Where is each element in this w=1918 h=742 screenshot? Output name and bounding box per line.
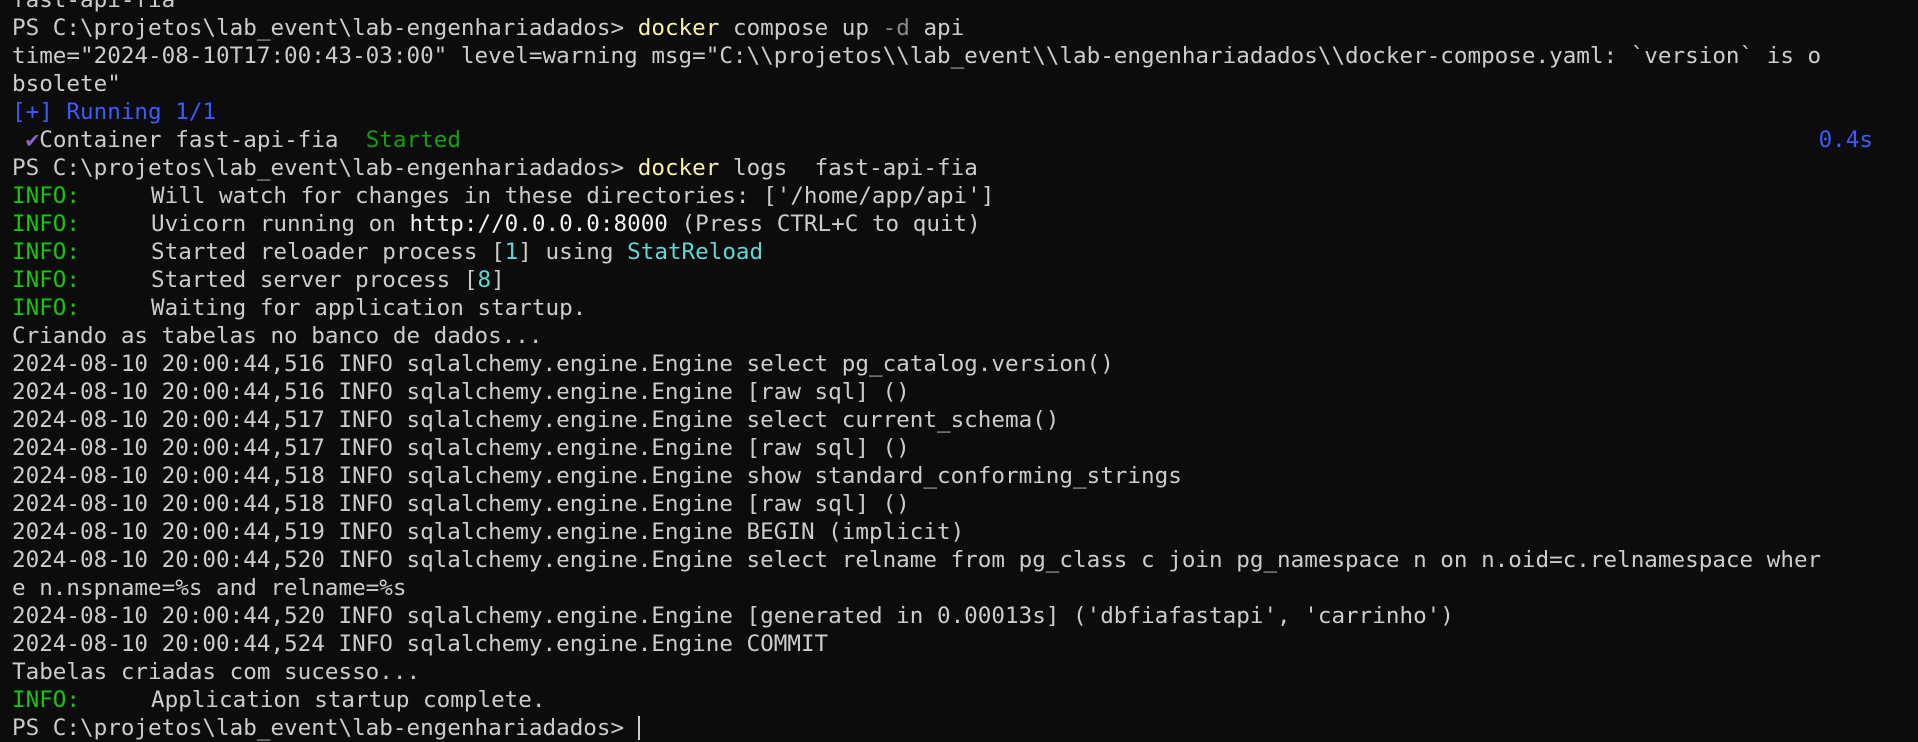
command-exe: docker bbox=[637, 15, 720, 41]
container-status: Started bbox=[365, 127, 461, 153]
info-line: INFO: Will watch for changes in these dir… bbox=[12, 182, 1918, 210]
log-line: 2024-08-10 20:00:44,524 INFO sqlalchemy.… bbox=[12, 630, 1918, 658]
warning-line: bsolete" bbox=[12, 70, 1918, 98]
command-line: PS C:\projetos\lab_event\lab-engenhariad… bbox=[12, 154, 1918, 182]
log-line: 2024-08-10 20:00:44,518 INFO sqlalchemy.… bbox=[12, 462, 1918, 490]
info-text: Waiting for application startup. bbox=[151, 295, 587, 321]
info-text: ] using bbox=[518, 239, 628, 265]
info-label: INFO: bbox=[12, 687, 81, 713]
log-text: 2024-08-10 20:00:44,518 INFO sqlalchemy.… bbox=[12, 491, 910, 517]
warning-line: time="2024-08-10T17:00:43-03:00" level=w… bbox=[12, 42, 1918, 70]
container-status-line: ✔Container fast-api-fia Started 0.4s bbox=[12, 126, 1918, 154]
info-text: Application startup complete. bbox=[151, 687, 546, 713]
output-line: fast-api-fia bbox=[12, 0, 1918, 14]
command-exe: docker bbox=[637, 155, 720, 181]
info-text: Will watch for changes in these director… bbox=[151, 183, 995, 209]
container-name: Container fast-api-fia bbox=[39, 127, 339, 153]
info-label: INFO: bbox=[12, 267, 81, 293]
log-text: 2024-08-10 20:00:44,517 INFO sqlalchemy.… bbox=[12, 435, 910, 461]
prompt: PS C:\projetos\lab_event\lab-engenhariad… bbox=[12, 155, 625, 181]
log-line: 2024-08-10 20:00:44,516 INFO sqlalchemy.… bbox=[12, 378, 1918, 406]
log-text: 2024-08-10 20:00:44,524 INFO sqlalchemy.… bbox=[12, 631, 829, 657]
log-text: 2024-08-10 20:00:44,517 INFO sqlalchemy.… bbox=[12, 407, 1060, 433]
process-id: 8 bbox=[477, 267, 492, 293]
command-line: PS C:\projetos\lab_event\lab-engenhariad… bbox=[12, 14, 1918, 42]
log-line: 2024-08-10 20:00:44,517 INFO sqlalchemy.… bbox=[12, 434, 1918, 462]
info-line: INFO: Uvicorn running on http://0.0.0.0:8… bbox=[12, 210, 1918, 238]
command-flag: -d bbox=[882, 15, 910, 41]
log-line: Criando as tabelas no banco de dados... bbox=[12, 322, 1918, 350]
log-text: 2024-08-10 20:00:44,516 INFO sqlalchemy.… bbox=[12, 351, 1114, 377]
log-text: 2024-08-10 20:00:44,518 INFO sqlalchemy.… bbox=[12, 463, 1182, 489]
info-label: INFO: bbox=[12, 183, 81, 209]
log-line: 2024-08-10 20:00:44,518 INFO sqlalchemy.… bbox=[12, 490, 1918, 518]
command-line-active[interactable]: PS C:\projetos\lab_event\lab-engenhariad… bbox=[12, 714, 1918, 742]
log-line: 2024-08-10 20:00:44,520 INFO sqlalchemy.… bbox=[12, 602, 1918, 630]
log-line: 2024-08-10 20:00:44,519 INFO sqlalchemy.… bbox=[12, 518, 1918, 546]
running-status: [+] Running 1/1 bbox=[12, 98, 1918, 126]
log-text: Tabelas criadas com sucesso... bbox=[12, 659, 421, 685]
info-text: Started server process [ bbox=[151, 267, 478, 293]
reloader-name: StatReload bbox=[627, 239, 764, 265]
info-text: Started reloader process [ bbox=[151, 239, 505, 265]
log-line: e n.nspname=%s and relname=%s bbox=[12, 574, 1918, 602]
log-line: Tabelas criadas com sucesso... bbox=[12, 658, 1918, 686]
log-text: 2024-08-10 20:00:44,516 INFO sqlalchemy.… bbox=[12, 379, 910, 405]
log-line: 2024-08-10 20:00:44,520 INFO sqlalchemy.… bbox=[12, 546, 1918, 574]
info-line: INFO: Waiting for application startup. bbox=[12, 294, 1918, 322]
info-line: INFO: Application startup complete. bbox=[12, 686, 1918, 714]
command-args: logs fast-api-fia bbox=[732, 155, 978, 181]
info-label: INFO: bbox=[12, 211, 81, 237]
info-line: INFO: Started reloader process [1] using … bbox=[12, 238, 1918, 266]
log-text: 2024-08-10 20:00:44,519 INFO sqlalchemy.… bbox=[12, 519, 965, 545]
terminal-output: fast-api-fia PS C:\projetos\lab_event\la… bbox=[12, 0, 1918, 742]
info-label: INFO: bbox=[12, 239, 81, 265]
log-line: 2024-08-10 20:00:44,517 INFO sqlalchemy.… bbox=[12, 406, 1918, 434]
prompt: PS C:\projetos\lab_event\lab-engenhariad… bbox=[12, 715, 625, 741]
container-time: 0.4s bbox=[1818, 127, 1873, 153]
terminal-window[interactable]: fast-api-fia PS C:\projetos\lab_event\la… bbox=[0, 0, 1918, 742]
info-text: Uvicorn running on bbox=[151, 211, 410, 237]
log-text: 2024-08-10 20:00:44,520 INFO sqlalchemy.… bbox=[12, 603, 1454, 629]
text-cursor bbox=[638, 716, 641, 740]
command-args: compose up bbox=[732, 15, 869, 41]
warning-text: time="2024-08-10T17:00:43-03:00" level=w… bbox=[12, 43, 1822, 69]
command-args: api bbox=[923, 15, 965, 41]
running-text: [+] Running 1/1 bbox=[12, 99, 217, 125]
log-line: 2024-08-10 20:00:44,516 INFO sqlalchemy.… bbox=[12, 350, 1918, 378]
output-text: fast-api-fia bbox=[12, 0, 176, 13]
server-url-link[interactable]: http://0.0.0.0:8000 bbox=[409, 211, 667, 237]
info-line: INFO: Started server process [8] bbox=[12, 266, 1918, 294]
process-id: 1 bbox=[504, 239, 519, 265]
info-text: ] bbox=[491, 267, 505, 293]
log-text: e n.nspname=%s and relname=%s bbox=[12, 575, 407, 601]
warning-text: bsolete" bbox=[12, 71, 121, 97]
info-text: (Press CTRL+C to quit) bbox=[667, 211, 981, 237]
prompt: PS C:\projetos\lab_event\lab-engenhariad… bbox=[12, 15, 625, 41]
log-text: 2024-08-10 20:00:44,520 INFO sqlalchemy.… bbox=[12, 547, 1822, 573]
log-text: Criando as tabelas no banco de dados... bbox=[12, 323, 543, 349]
info-label: INFO: bbox=[12, 295, 81, 321]
check-icon: ✔ bbox=[25, 127, 40, 153]
